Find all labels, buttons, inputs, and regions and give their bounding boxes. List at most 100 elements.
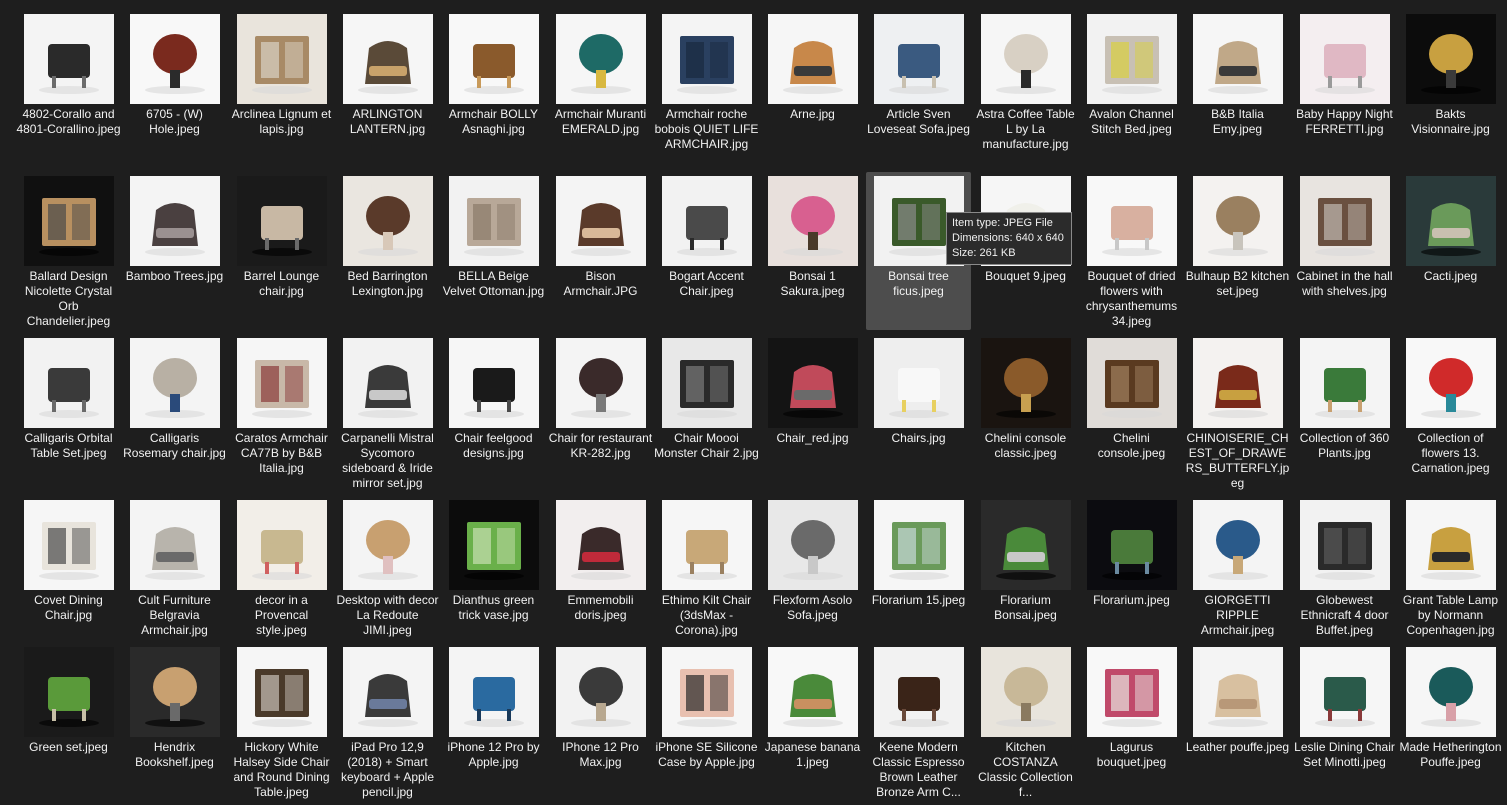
file-thumbnail[interactable]	[1300, 647, 1390, 737]
file-thumbnail[interactable]	[449, 338, 539, 428]
file-thumbnail[interactable]	[981, 500, 1071, 590]
file-item[interactable]: Bouquet of dried flowers with chrysanthe…	[1079, 172, 1184, 330]
file-item[interactable]: CHINOISERIE_CHEST_OF_DRAWERS_BUTTERFLY.j…	[1185, 334, 1290, 492]
file-thumbnail[interactable]	[237, 338, 327, 428]
file-item[interactable]: Florarium 15.jpeg	[866, 496, 971, 654]
file-thumbnail[interactable]	[556, 647, 646, 737]
file-item[interactable]: Article Sven Loveseat Sofa.jpeg	[866, 10, 971, 168]
file-thumbnail[interactable]	[1406, 647, 1496, 737]
file-thumbnail[interactable]	[768, 176, 858, 266]
file-thumbnail[interactable]	[130, 176, 220, 266]
file-thumbnail[interactable]	[1300, 176, 1390, 266]
file-thumbnail[interactable]	[1406, 176, 1496, 266]
file-item[interactable]: Hendrix Bookshelf.jpeg	[122, 643, 227, 801]
file-thumbnail[interactable]	[662, 176, 752, 266]
file-thumbnail[interactable]	[981, 14, 1071, 104]
file-item[interactable]: Bakts Visionnaire.jpg	[1398, 10, 1503, 168]
file-thumbnail[interactable]	[1193, 14, 1283, 104]
file-thumbnail[interactable]	[1300, 338, 1390, 428]
file-item[interactable]: 6705 - (W) Hole.jpeg	[122, 10, 227, 168]
file-thumbnail[interactable]	[768, 14, 858, 104]
file-thumbnail[interactable]	[556, 500, 646, 590]
file-item[interactable]: Armchair roche bobois QUIET LIFE ARMCHAI…	[654, 10, 759, 168]
file-thumbnail[interactable]	[662, 14, 752, 104]
file-thumbnail[interactable]	[1193, 647, 1283, 737]
file-item[interactable]: Florarium Bonsai.jpeg	[973, 496, 1078, 654]
file-thumbnail[interactable]	[343, 647, 433, 737]
file-item[interactable]: Cult Furniture Belgravia Armchair.jpg	[122, 496, 227, 654]
file-item[interactable]: Chair for restaurant KR-282.jpg	[548, 334, 653, 492]
file-thumbnail[interactable]	[343, 176, 433, 266]
file-thumbnail[interactable]	[449, 500, 539, 590]
file-item[interactable]: Green set.jpeg	[16, 643, 121, 801]
file-thumbnail[interactable]	[24, 338, 114, 428]
file-thumbnail[interactable]	[874, 338, 964, 428]
file-item[interactable]: Armchair Muranti EMERALD.jpg	[548, 10, 653, 168]
file-item[interactable]: Chairs.jpg	[866, 334, 971, 492]
file-item[interactable]: Arne.jpg	[760, 10, 865, 168]
file-item[interactable]: Carpanelli Mistral Sycomoro sideboard & …	[335, 334, 440, 492]
file-item[interactable]: Calligaris Rosemary chair.jpg	[122, 334, 227, 492]
file-thumbnail[interactable]	[1193, 338, 1283, 428]
file-item[interactable]: Collection of 360 Plants.jpg	[1292, 334, 1397, 492]
file-thumbnail[interactable]	[981, 338, 1071, 428]
file-thumbnail[interactable]	[1193, 176, 1283, 266]
file-thumbnail[interactable]	[130, 647, 220, 737]
file-thumbnail[interactable]	[343, 14, 433, 104]
file-thumbnail[interactable]	[768, 500, 858, 590]
file-item[interactable]: Dianthus green trick vase.jpg	[441, 496, 546, 654]
file-item[interactable]: Collection of flowers 13. Carnation.jpeg	[1398, 334, 1503, 492]
file-thumbnail[interactable]	[768, 338, 858, 428]
file-thumbnail[interactable]	[1406, 338, 1496, 428]
file-thumbnail[interactable]	[1087, 14, 1177, 104]
file-thumbnail[interactable]	[768, 647, 858, 737]
file-item[interactable]: Calligaris Orbital Table Set.jpeg	[16, 334, 121, 492]
file-thumbnail[interactable]	[24, 176, 114, 266]
file-item[interactable]: Bonsai 1 Sakura.jpeg	[760, 172, 865, 330]
file-item[interactable]: Chelini console.jpeg	[1079, 334, 1184, 492]
file-item[interactable]: Florarium.jpeg	[1079, 496, 1184, 654]
file-thumbnail[interactable]	[1087, 647, 1177, 737]
file-thumbnail[interactable]	[874, 500, 964, 590]
file-item[interactable]: Globewest Ethnicraft 4 door Buffet.jpeg	[1292, 496, 1397, 654]
file-item[interactable]: Leslie Dining Chair Set Minotti.jpeg	[1292, 643, 1397, 801]
file-thumbnail[interactable]	[130, 338, 220, 428]
file-item[interactable]: Cabinet in the hall with shelves.jpg	[1292, 172, 1397, 330]
file-item[interactable]: Hickory White Halsey Side Chair and Roun…	[229, 643, 334, 801]
file-item[interactable]: Armchair BOLLY Asnaghi.jpg	[441, 10, 546, 168]
file-item[interactable]: iPhone SE Silicone Case by Apple.jpg	[654, 643, 759, 801]
file-thumbnail[interactable]	[1300, 500, 1390, 590]
file-thumbnail[interactable]	[237, 647, 327, 737]
file-thumbnail[interactable]	[449, 176, 539, 266]
file-thumbnail[interactable]	[24, 647, 114, 737]
file-item[interactable]: Flexform Asolo Sofa.jpeg	[760, 496, 865, 654]
file-item[interactable]: Bulhaup B2 kitchen set.jpeg	[1185, 172, 1290, 330]
file-thumbnail[interactable]	[130, 500, 220, 590]
file-item[interactable]: iPad Pro 12,9 (2018) + Smart keyboard + …	[335, 643, 440, 801]
file-item[interactable]: Avalon Channel Stitch Bed.jpeg	[1079, 10, 1184, 168]
file-item[interactable]: Arclinea Lignum et lapis.jpg	[229, 10, 334, 168]
file-item[interactable]: iPhone 12 Pro by Apple.jpg	[441, 643, 546, 801]
file-thumbnail[interactable]	[237, 500, 327, 590]
file-item[interactable]: Chelini console classic.jpeg	[973, 334, 1078, 492]
file-item[interactable]: Baby Happy Night FERRETTI.jpg	[1292, 10, 1397, 168]
file-item[interactable]: Chair_red.jpg	[760, 334, 865, 492]
file-thumbnail[interactable]	[130, 14, 220, 104]
file-item[interactable]: Barrel Lounge chair.jpg	[229, 172, 334, 330]
file-thumbnail[interactable]	[1300, 14, 1390, 104]
file-item[interactable]: IPhone 12 Pro Max.jpg	[548, 643, 653, 801]
file-thumbnail[interactable]	[556, 176, 646, 266]
file-item[interactable]: ARLINGTON LANTERN.jpg	[335, 10, 440, 168]
file-item[interactable]: Astra Coffee Table L by La manufacture.j…	[973, 10, 1078, 168]
file-item[interactable]: Desktop with decor La Redoute JIMI.jpeg	[335, 496, 440, 654]
file-item[interactable]: decor in a Provencal style.jpeg	[229, 496, 334, 654]
file-item[interactable]: Keene Modern Classic Espresso Brown Leat…	[866, 643, 971, 801]
file-item[interactable]: Bamboo Trees.jpg	[122, 172, 227, 330]
file-thumbnail[interactable]	[449, 14, 539, 104]
file-thumbnail[interactable]	[343, 500, 433, 590]
file-thumbnail[interactable]	[237, 14, 327, 104]
file-thumbnail[interactable]	[343, 338, 433, 428]
file-item[interactable]: Kitchen COSTANZA Classic Collection f...	[973, 643, 1078, 801]
file-item[interactable]: Chair Moooi Monster Chair 2.jpg	[654, 334, 759, 492]
file-item[interactable]: Caratos Armchair CA77B by B&B Italia.jpg	[229, 334, 334, 492]
